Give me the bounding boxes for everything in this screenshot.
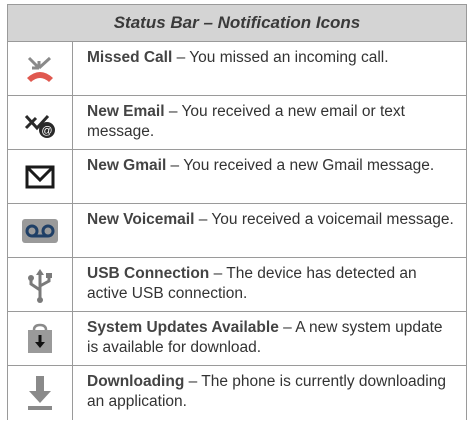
row-title: New Voicemail	[87, 211, 195, 228]
system-update-icon	[28, 323, 52, 353]
table-row: New Voicemail – You received a voicemail…	[8, 204, 466, 258]
row-text: USB Connection – The device has detected…	[87, 265, 417, 302]
row-text: New Gmail – You received a new Gmail mes…	[87, 157, 435, 174]
row-desc: You received a new Gmail message.	[183, 157, 435, 174]
row-text: Downloading – The phone is currently dow…	[87, 373, 446, 410]
row-text: New Voicemail – You received a voicemail…	[87, 211, 454, 228]
gmail-icon	[25, 165, 55, 188]
voicemail-icon	[22, 218, 58, 243]
table-row: New Gmail – You received a new Gmail mes…	[8, 150, 466, 204]
row-text: Missed Call – You missed an incoming cal…	[87, 49, 389, 66]
row-title: System Updates Available	[87, 319, 279, 336]
download-icon	[28, 376, 52, 410]
missed-call-icon	[27, 56, 53, 82]
row-desc: You missed an incoming call.	[189, 49, 389, 66]
row-desc: You received a voicemail message.	[211, 211, 454, 228]
table-row: Missed Call – You missed an incoming cal…	[8, 42, 466, 96]
row-title: USB Connection	[87, 265, 210, 282]
row-title: Missed Call	[87, 49, 173, 66]
new-email-icon: @	[24, 114, 55, 138]
row-title: Downloading	[87, 373, 185, 390]
svg-text:@: @	[41, 125, 52, 137]
table-row: Downloading – The phone is currently dow…	[8, 366, 466, 420]
row-text: System Updates Available – A new system …	[87, 319, 443, 356]
row-text: New Email – You received a new email or …	[87, 103, 405, 140]
notification-icons-table: Status Bar – Notification Icons Missed C…	[7, 4, 467, 420]
table-row: USB Connection – The device has detected…	[8, 258, 466, 312]
row-title: New Gmail	[87, 157, 167, 174]
row-title: New Email	[87, 103, 165, 120]
table-header: Status Bar – Notification Icons	[8, 5, 466, 42]
table-row: System Updates Available – A new system …	[8, 312, 466, 366]
usb-icon	[28, 268, 52, 303]
table-row: @ New Email – You received a new email o…	[8, 96, 466, 150]
